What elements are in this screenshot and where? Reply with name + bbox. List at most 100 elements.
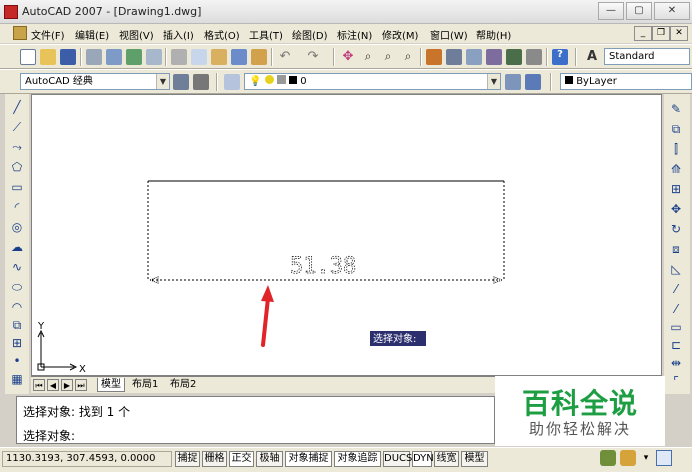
toolbar-lock-icon[interactable] — [620, 450, 636, 466]
clean-screen-icon[interactable] — [656, 450, 672, 466]
rotate-icon[interactable]: ↻ — [668, 222, 684, 237]
selected-dimension[interactable]: 51.38 — [147, 181, 505, 284]
pan-icon[interactable]: ✥ — [340, 49, 356, 65]
cut-icon[interactable] — [171, 49, 187, 65]
last-tab-button[interactable]: ⏭ — [75, 379, 87, 391]
new-icon[interactable] — [20, 49, 36, 65]
doc-close-button[interactable]: ✕ — [670, 26, 688, 41]
mirror-icon[interactable]: ⫿ — [668, 142, 684, 157]
next-tab-button[interactable]: ▶ — [61, 379, 73, 391]
color-dropdown[interactable]: ByLayer — [560, 73, 692, 90]
save-icon[interactable] — [60, 49, 76, 65]
workspace-dropdown[interactable]: AutoCAD 经典 ▼ — [20, 73, 170, 90]
menu-edit[interactable]: 编辑(E) — [75, 27, 109, 42]
drawing-area[interactable]: 51.38 Y X 选择对象: — [31, 94, 662, 376]
open-icon[interactable] — [40, 49, 56, 65]
menu-window[interactable]: 窗口(W) — [430, 27, 468, 42]
maximize-button[interactable]: ▢ — [626, 2, 652, 20]
scale-icon[interactable]: ⧈ — [668, 242, 684, 257]
publish-icon[interactable] — [126, 49, 142, 65]
point-icon[interactable]: • — [9, 354, 25, 369]
design-center-icon[interactable] — [446, 49, 462, 65]
menu-dimension[interactable]: 标注(N) — [337, 27, 372, 42]
copy-icon[interactable] — [191, 49, 207, 65]
command-window[interactable]: 选择对象: 找到 1 个 选择对象: — [16, 396, 495, 444]
lineweight-toggle[interactable]: 线宽 — [434, 451, 459, 467]
menu-format[interactable]: 格式(O) — [204, 27, 240, 42]
polygon-icon[interactable]: ⬠ — [9, 160, 25, 175]
undo-icon[interactable]: ↶ — [277, 49, 293, 65]
help-icon[interactable]: ? — [552, 49, 568, 65]
markup-icon[interactable] — [506, 49, 522, 65]
menu-view[interactable]: 视图(V) — [119, 27, 154, 42]
menu-tools[interactable]: 工具(T) — [249, 27, 283, 42]
workspace-settings-icon[interactable] — [173, 74, 189, 90]
redo-icon[interactable]: ↷ — [305, 49, 321, 65]
close-button[interactable]: ✕ — [654, 2, 690, 20]
break-at-point-icon[interactable]: ▭ — [668, 320, 684, 335]
save-workspace-icon[interactable] — [193, 74, 209, 90]
tab-layout1[interactable]: 布局1 — [129, 378, 161, 392]
layer-dropdown[interactable]: 💡 0 ▼ — [244, 73, 501, 90]
line-icon[interactable]: ╱ — [9, 100, 25, 115]
layer-previous-icon[interactable] — [525, 74, 541, 90]
copy-object-icon[interactable]: ⧉ — [668, 122, 684, 137]
autocad-app-icon[interactable] — [4, 5, 18, 19]
status-menu-chevron-icon[interactable]: ▾ — [640, 450, 652, 466]
spline-icon[interactable]: ∿ — [9, 260, 25, 275]
minimize-button[interactable]: — — [598, 2, 624, 20]
drawing-canvas[interactable]: 51.38 Y X 选择对象: — [32, 95, 662, 376]
layer-manager-icon[interactable] — [224, 74, 240, 90]
make-current-layer-icon[interactable] — [505, 74, 521, 90]
ducs-toggle[interactable]: DUCS — [383, 451, 412, 467]
offset-icon[interactable]: ⟰ — [668, 162, 684, 177]
tab-layout2[interactable]: 布局2 — [167, 378, 199, 392]
text-style-dropdown[interactable]: Standard — [604, 48, 690, 65]
grid-toggle[interactable]: 栅格 — [202, 451, 227, 467]
prev-tab-button[interactable]: ◀ — [47, 379, 59, 391]
ellipse-arc-icon[interactable]: ◠ — [9, 300, 25, 315]
menu-modify[interactable]: 修改(M) — [382, 27, 418, 42]
revision-cloud-icon[interactable]: ☁ — [9, 240, 25, 255]
menu-file[interactable]: 文件(F) — [31, 27, 65, 42]
communication-center-icon[interactable] — [600, 450, 616, 466]
extend-icon[interactable]: ⁄ — [668, 302, 684, 317]
sheet-set-icon[interactable] — [486, 49, 502, 65]
model-space-toggle[interactable]: 模型 — [461, 451, 488, 467]
zoom-window-icon[interactable]: ⌕ — [380, 49, 396, 65]
menu-draw[interactable]: 绘图(D) — [292, 27, 328, 42]
paste-icon[interactable] — [211, 49, 227, 65]
construction-line-icon[interactable]: ⟋ — [9, 120, 25, 135]
first-tab-button[interactable]: ⏮ — [33, 379, 45, 391]
document-icon[interactable] — [13, 26, 27, 40]
trim-icon[interactable]: ⁄ — [668, 282, 684, 297]
join-icon[interactable]: ⇹ — [668, 356, 684, 371]
make-block-icon[interactable]: ⊞ — [9, 336, 25, 351]
polyline-icon[interactable]: ⤳ — [9, 140, 25, 155]
tab-model[interactable]: 模型 — [97, 378, 125, 392]
print-icon[interactable] — [86, 49, 102, 65]
doc-minimize-button[interactable]: _ — [634, 26, 652, 41]
menu-insert[interactable]: 插入(I) — [163, 27, 194, 42]
snap-toggle[interactable]: 捕捉 — [175, 451, 200, 467]
erase-icon[interactable]: ✎ — [668, 102, 684, 117]
break-icon[interactable]: ⊏ — [668, 338, 684, 353]
coordinate-readout[interactable]: 1130.3193, 307.4593, 0.0000 — [2, 451, 172, 467]
otrack-toggle[interactable]: 对象追踪 — [334, 451, 381, 467]
circle-icon[interactable]: ◎ — [9, 220, 25, 235]
menu-help[interactable]: 帮助(H) — [476, 27, 511, 42]
osnap-toggle[interactable]: 对象捕捉 — [285, 451, 332, 467]
block-editor-icon[interactable] — [251, 49, 267, 65]
print-preview-icon[interactable] — [106, 49, 122, 65]
ortho-toggle[interactable]: 正交 — [229, 451, 254, 467]
calculator-icon[interactable] — [526, 49, 542, 65]
arc-icon[interactable]: ◜ — [9, 200, 25, 215]
chamfer-icon[interactable]: ⌜ — [668, 374, 684, 389]
stretch-icon[interactable]: ◺ — [668, 262, 684, 277]
plot-icon[interactable] — [146, 49, 162, 65]
ellipse-icon[interactable]: ⬭ — [9, 280, 25, 295]
zoom-previous-icon[interactable]: ⌕ — [400, 49, 416, 65]
hatch-icon[interactable]: ▦ — [9, 372, 25, 387]
rectangle-icon[interactable]: ▭ — [9, 180, 25, 195]
dyn-toggle[interactable]: DYN — [412, 451, 434, 467]
